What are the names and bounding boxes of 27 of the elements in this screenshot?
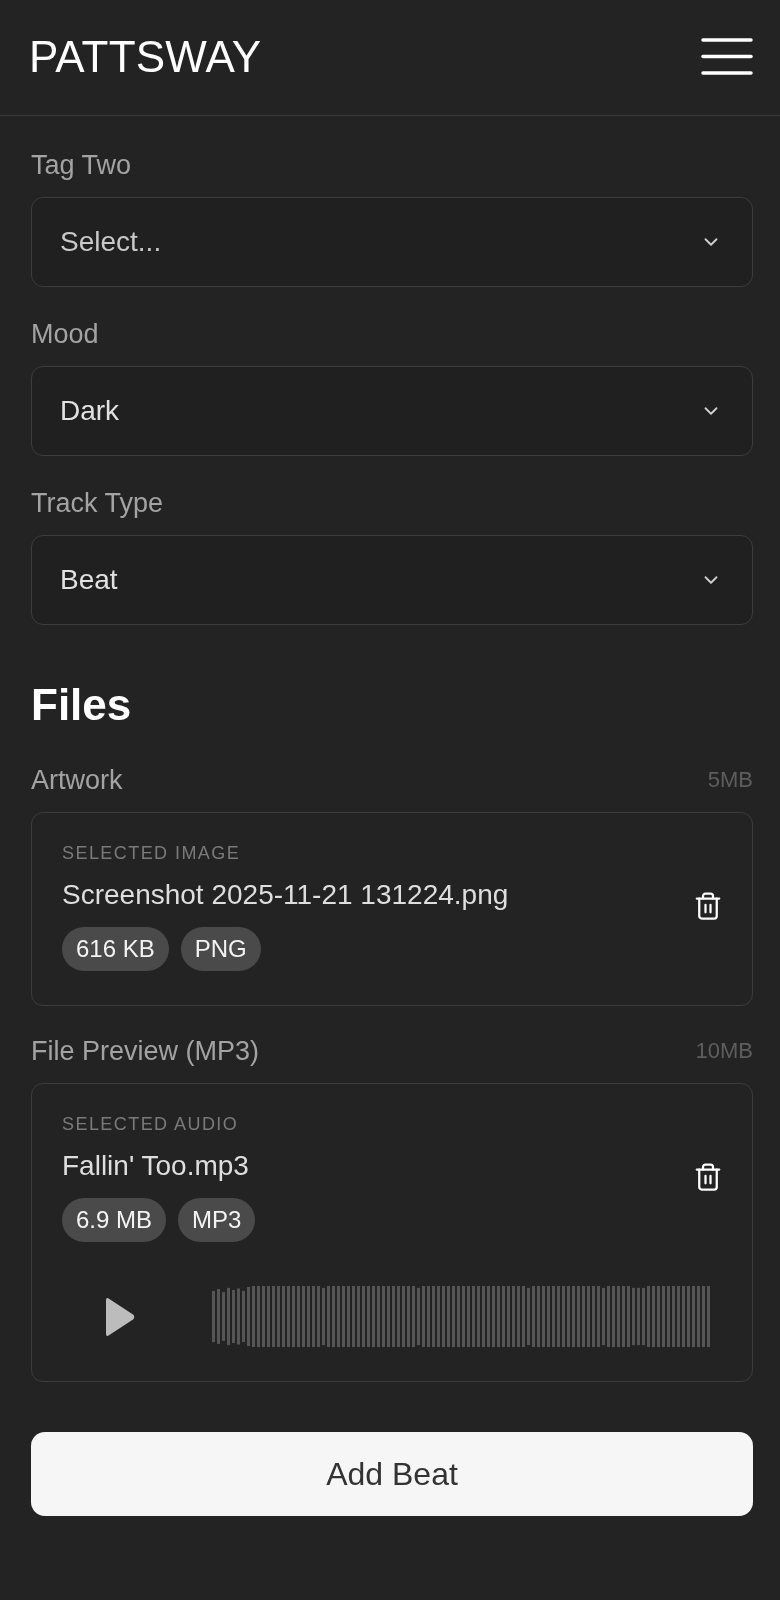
section-heading: Files — [31, 679, 132, 731]
logo[interactable]: PATTSWAY — [29, 31, 262, 82]
field-label: Track Type — [31, 487, 164, 519]
file-caption: SELECTED IMAGE — [62, 842, 241, 865]
trash-icon — [693, 891, 723, 921]
field-label: Mood — [31, 318, 99, 350]
menu-button[interactable] — [701, 38, 753, 75]
submit-button[interactable]: Add Beat — [31, 1432, 753, 1516]
select-field[interactable]: Select... — [31, 197, 753, 287]
file-name: Screenshot 2025-11-21 131224.png — [62, 878, 509, 912]
file-badge: 616 KB — [62, 927, 169, 971]
upload-label: File Preview (MP3) — [31, 1035, 260, 1067]
file-badge: 6.9 MB — [62, 1198, 167, 1242]
select-field[interactable]: Beat — [31, 535, 753, 625]
select-field[interactable]: Dark — [31, 366, 753, 456]
file-badge: MP3 — [178, 1198, 256, 1242]
upload-label: Artwork — [31, 764, 123, 796]
field-label: Tag Two — [31, 149, 132, 181]
size-limit: 5MB — [707, 766, 753, 794]
file-caption: SELECTED AUDIO — [62, 1113, 239, 1136]
delete-button[interactable] — [693, 891, 723, 921]
size-limit: 10MB — [695, 1037, 753, 1065]
file-badge: PNG — [180, 927, 261, 971]
menu-icon — [701, 38, 753, 75]
delete-button[interactable] — [693, 1162, 723, 1192]
trash-icon — [693, 1162, 723, 1192]
file-name: Fallin' Too.mp3 — [62, 1149, 249, 1183]
